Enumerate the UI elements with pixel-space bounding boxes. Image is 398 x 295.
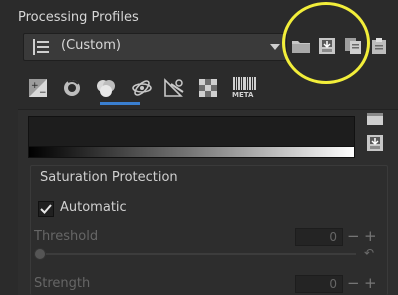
automatic-checkbox[interactable] <box>38 201 54 217</box>
curve-preview <box>28 116 355 148</box>
raw-checker-icon <box>199 79 217 97</box>
tab-raw[interactable] <box>196 76 220 100</box>
detail-icon <box>64 80 80 96</box>
transform-icon <box>164 78 184 97</box>
panel-side-button-top[interactable] <box>362 108 388 130</box>
folder-icon <box>292 41 310 53</box>
strength-increment-button[interactable]: + <box>364 275 377 291</box>
metadata-label: META <box>232 91 254 99</box>
advanced-icon <box>132 80 152 96</box>
copy-icon <box>345 38 361 54</box>
active-tab-indicator <box>100 102 140 105</box>
strength-value-field[interactable]: 0 <box>295 275 343 293</box>
threshold-decrement-button[interactable]: − <box>347 228 360 244</box>
panel-icon <box>367 113 383 125</box>
tab-exposure[interactable]: + − <box>26 76 50 100</box>
save-icon <box>367 135 383 151</box>
threshold-label: Threshold <box>34 229 99 244</box>
threshold-slider-track[interactable] <box>38 253 356 255</box>
profile-row: (Custom) <box>18 33 388 61</box>
paste-icon <box>372 38 386 54</box>
panel-save-button[interactable] <box>362 132 388 154</box>
automatic-label: Automatic <box>60 200 127 215</box>
checkmark-icon <box>40 204 52 214</box>
tool-tabs: + − META <box>18 76 398 105</box>
save-icon <box>319 38 335 54</box>
color-icon <box>97 80 115 97</box>
profile-selected-value: (Custom) <box>61 38 121 53</box>
tab-detail[interactable] <box>60 76 84 100</box>
tab-advanced[interactable] <box>130 76 154 100</box>
threshold-slider-handle[interactable] <box>34 248 46 260</box>
svg-text:−: − <box>39 88 47 98</box>
tab-color[interactable] <box>94 76 118 100</box>
threshold-increment-button[interactable]: + <box>364 228 377 244</box>
threshold-value-field[interactable]: 0 <box>295 228 343 246</box>
tab-metadata[interactable]: META <box>230 76 260 100</box>
svg-text:+: + <box>31 81 39 91</box>
exposure-icon: + − <box>29 79 47 98</box>
strength-decrement-button[interactable]: − <box>347 275 360 291</box>
saturation-protection-title: Saturation Protection <box>40 170 178 185</box>
profile-list-icon <box>33 39 49 55</box>
open-profile-button[interactable] <box>290 35 312 57</box>
processing-profiles-title: Processing Profiles <box>18 10 139 25</box>
tone-gradient-bar <box>28 146 355 158</box>
strength-label: Strength <box>34 276 91 291</box>
copy-profile-button[interactable] <box>342 35 364 57</box>
reset-icon[interactable]: ↶ <box>364 246 374 260</box>
save-profile-button[interactable] <box>316 35 338 57</box>
tab-transform[interactable] <box>162 76 186 100</box>
profile-selector[interactable]: (Custom) <box>23 33 287 61</box>
chevron-down-icon <box>270 44 280 50</box>
paste-profile-button[interactable] <box>368 35 390 57</box>
